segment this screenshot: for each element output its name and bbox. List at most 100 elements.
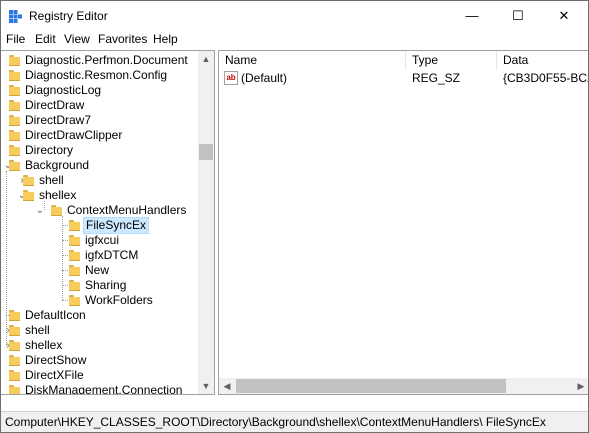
window-title: Registry Editor [29, 9, 108, 23]
tree-item[interactable]: igfxDTCM [1, 248, 198, 263]
folder-icon [9, 85, 20, 96]
tree-item-label: New [85, 263, 110, 277]
tree-connector-line [44, 201, 45, 210]
tree-item[interactable]: Directory [1, 143, 198, 158]
tree-item[interactable]: igfxcui [1, 233, 198, 248]
tree-item[interactable]: DirectDraw7 [1, 113, 198, 128]
tree-item-label: igfxDTCM [85, 248, 139, 262]
value-name: (Default) [241, 71, 288, 85]
tree-item[interactable]: WorkFolders [1, 293, 198, 308]
key-tree-pane[interactable]: Diagnostic.Perfmon.Document Diagnostic.Re… [1, 50, 215, 395]
folder-icon [69, 295, 80, 306]
folder-icon [9, 385, 20, 394]
tree-item-label: Diagnostic.Resmon.Config [25, 68, 168, 82]
tree-item[interactable]: New [1, 263, 198, 278]
scroll-thumb[interactable] [236, 379, 506, 393]
tree-item-label: Background [25, 158, 90, 172]
tree-item[interactable]: ⌄ shellex [1, 188, 198, 203]
column-header-type[interactable]: Type [406, 51, 497, 70]
folder-icon [9, 55, 20, 66]
tree-item-label: WorkFolders [85, 293, 153, 307]
minimize-icon: — [465, 8, 479, 23]
registry-editor-window: Registry Editor — ☐ ✕ File Edit View Fav… [0, 0, 589, 433]
tree-item-label: igfxcui [85, 233, 120, 247]
value-data: {CB3D0F55-BC2 [503, 71, 589, 85]
maximize-button[interactable]: ☐ [495, 1, 541, 31]
menu-help[interactable]: Help [153, 32, 178, 46]
column-header-name[interactable]: Name [219, 51, 406, 70]
minimize-button[interactable]: — [449, 1, 495, 31]
values-list-pane[interactable]: Name Type Data ab (Default) REG_SZ {CB3D… [218, 50, 589, 395]
folder-icon [69, 265, 80, 276]
column-header-data[interactable]: Data [497, 51, 588, 70]
tree-item[interactable]: DiskManagement.Connection [1, 383, 198, 395]
tree-item-label: shellex [25, 338, 63, 352]
tree-item-label: DefaultIcon [25, 308, 86, 322]
tree-item[interactable]: DirectDrawClipper [1, 128, 198, 143]
tree-connector-line [62, 255, 68, 256]
list-horizontal-scrollbar[interactable]: ◀ ▶ [219, 378, 588, 394]
close-button[interactable]: ✕ [541, 1, 587, 31]
menu-view[interactable]: View [64, 32, 90, 46]
tree-item-label: FileSyncEx [83, 217, 150, 234]
tree-item-label: DirectDrawClipper [25, 128, 123, 142]
status-bar-path: Computer\HKEY_CLASSES_ROOT\Directory\Bac… [1, 411, 588, 432]
tree-item[interactable]: › shell [1, 323, 198, 338]
tree-item[interactable]: DirectXFile [1, 368, 198, 383]
scroll-down-arrow-icon[interactable]: ▼ [198, 378, 214, 394]
tree-item[interactable]: Diagnostic.Perfmon.Document [1, 53, 198, 68]
folder-icon [69, 220, 80, 231]
scroll-up-arrow-icon[interactable]: ▲ [198, 51, 214, 67]
tree-item[interactable]: › shellex [1, 338, 198, 353]
string-value-icon: ab [224, 71, 238, 85]
title-bar[interactable]: Registry Editor — ☐ ✕ [1, 1, 588, 31]
folder-icon [9, 160, 20, 171]
tree-connector-line [6, 330, 9, 331]
menu-bar: File Edit View Favorites Help [1, 31, 588, 49]
tree-item-label: DiagnosticLog [25, 83, 102, 97]
scroll-left-arrow-icon[interactable]: ◀ [219, 378, 235, 394]
folder-icon [9, 340, 20, 351]
tree-item[interactable]: DiagnosticLog [1, 83, 198, 98]
tree-connector-line [62, 270, 68, 271]
folder-icon [9, 310, 20, 321]
folder-icon [9, 100, 20, 111]
tree-item[interactable]: DirectDraw [1, 98, 198, 113]
folder-icon [69, 280, 80, 291]
tree-item[interactable]: DirectShow [1, 353, 198, 368]
tree-item-label: ContextMenuHandlers [67, 203, 187, 217]
menu-file[interactable]: File [6, 32, 25, 46]
tree-item[interactable]: FileSyncEx [1, 217, 198, 234]
folder-icon [69, 235, 80, 246]
registry-editor-icon [9, 10, 22, 23]
tree-item[interactable]: ⌄ Background [1, 158, 198, 173]
tree-connector-line [62, 240, 68, 241]
tree-item-label: Diagnostic.Perfmon.Document [25, 53, 188, 67]
tree-item-label: DirectDraw7 [25, 113, 92, 127]
maximize-icon: ☐ [512, 8, 524, 23]
tree-item-label: shell [25, 323, 50, 337]
value-row[interactable]: ab (Default) REG_SZ {CB3D0F55-BC2 [219, 70, 589, 87]
tree-item[interactable]: Sharing [1, 278, 198, 293]
menu-edit[interactable]: Edit [35, 32, 56, 46]
tree-item-label: DiskManagement.Connection [25, 383, 183, 395]
tree-connector-line [62, 285, 68, 286]
tree-connector-line [6, 315, 9, 316]
tree-connector-line [62, 216, 63, 300]
folder-icon [9, 115, 20, 126]
menu-favorites[interactable]: Favorites [98, 32, 147, 46]
folder-icon [51, 205, 62, 216]
scroll-thumb[interactable] [199, 144, 213, 160]
tree-item[interactable]: DefaultIcon [1, 308, 198, 323]
tree-item[interactable]: › shell [1, 173, 198, 188]
close-icon: ✕ [558, 8, 570, 23]
scroll-right-arrow-icon[interactable]: ▶ [573, 378, 588, 394]
folder-icon [23, 175, 34, 186]
tree-item-label: Directory [25, 143, 74, 157]
tree-item-label: shell [39, 173, 64, 187]
folder-icon [9, 145, 20, 156]
tree-item[interactable]: ⌄ ContextMenuHandlers [1, 203, 198, 218]
tree-vertical-scrollbar[interactable]: ▲ ▼ [198, 51, 214, 394]
tree-item[interactable]: Diagnostic.Resmon.Config [1, 68, 198, 83]
folder-icon [9, 130, 20, 141]
